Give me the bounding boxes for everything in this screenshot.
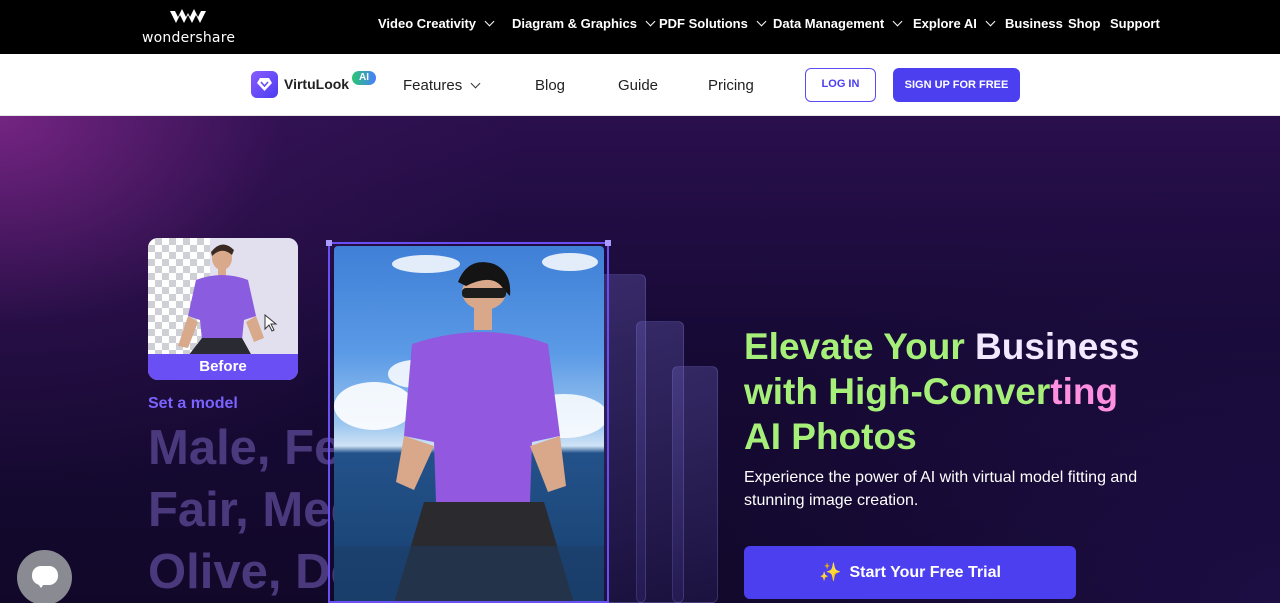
chevron-down-icon (645, 16, 656, 27)
topnav-label: Shop (1068, 16, 1101, 31)
wondershare-logo[interactable]: wondershare (142, 6, 236, 48)
signup-button[interactable]: SIGN UP FOR FREE (893, 68, 1020, 102)
topnav-label: PDF Solutions (659, 16, 748, 31)
topnav-pdf-solutions[interactable]: PDF Solutions (659, 16, 767, 31)
nav-pricing[interactable]: Pricing (708, 77, 754, 94)
topnav-shop[interactable]: Shop (1068, 16, 1101, 31)
resize-handle[interactable] (605, 240, 611, 246)
headline-part: Elevate Your (744, 326, 976, 367)
headline-part: AI Photos (744, 416, 917, 457)
set-model-label: Set a model (148, 395, 238, 412)
chevron-down-icon (484, 16, 495, 27)
topnav-label: Video Creativity (378, 16, 477, 31)
wondershare-topbar: wondershare Video Creativity Diagram & G… (0, 0, 1280, 54)
chevron-down-icon (756, 16, 767, 27)
hero-subtext: Experience the power of AI with virtual … (744, 469, 1138, 509)
nav-label: Blog (535, 77, 566, 94)
topnav-label: Data Management (773, 16, 885, 31)
hero-headline: Elevate Your Business with High-Converti… (744, 324, 1140, 459)
headline-part: with High-Conver (744, 371, 1051, 412)
ai-badge: AI (352, 71, 376, 85)
chat-icon-tail (36, 581, 46, 588)
product-name[interactable]: VirtuLook (284, 76, 349, 92)
photo-selection-frame[interactable] (326, 240, 611, 603)
nav-features[interactable]: Features (403, 77, 481, 94)
topnav-explore-ai[interactable]: Explore AI (913, 16, 996, 31)
headline-part: Business (975, 326, 1140, 367)
chevron-down-icon (985, 16, 996, 27)
headline-part: ting (1050, 371, 1119, 412)
product-navbar: VirtuLook AI Features Blog Guide Pricing… (0, 54, 1280, 116)
chat-support-button[interactable] (17, 550, 72, 603)
topnav-business[interactable]: Business (1005, 16, 1063, 31)
topnav-label: Support (1110, 16, 1160, 31)
virtulook-logo-icon[interactable] (251, 71, 278, 98)
chevron-down-icon (892, 16, 903, 27)
topnav-diagram-graphics[interactable]: Diagram & Graphics (512, 16, 656, 31)
sparkle-icon: ✨ (819, 562, 842, 582)
topnav-label: Business (1005, 16, 1063, 31)
cursor-icon (264, 314, 278, 332)
topnav-label: Explore AI (913, 16, 977, 31)
resize-handle[interactable] (326, 240, 332, 246)
topnav-support[interactable]: Support (1110, 16, 1160, 31)
hero-section: Before Set a model Male, Female, Fair, M… (0, 116, 1280, 603)
nav-label: Guide (618, 77, 659, 94)
nav-label: Pricing (708, 77, 754, 94)
wondershare-brand-text: wondershare (142, 30, 236, 46)
nav-guide[interactable]: Guide (618, 77, 658, 94)
start-free-trial-button[interactable]: ✨ Start Your Free Trial (744, 546, 1076, 599)
cta-label: Start Your Free Trial (849, 563, 1001, 581)
wondershare-logo-icon (170, 9, 206, 23)
model-thumbnail (178, 238, 298, 356)
topnav-data-management[interactable]: Data Management (773, 16, 903, 31)
before-label: Before (148, 354, 298, 380)
topnav-label: Diagram & Graphics (512, 16, 637, 31)
login-button[interactable]: LOG IN (805, 68, 876, 102)
topnav-video-creativity[interactable]: Video Creativity (378, 16, 495, 31)
nav-blog[interactable]: Blog (535, 77, 565, 94)
chevron-down-icon (470, 78, 481, 89)
nav-label: Features (403, 77, 463, 94)
before-preview-card: Before (148, 238, 298, 380)
